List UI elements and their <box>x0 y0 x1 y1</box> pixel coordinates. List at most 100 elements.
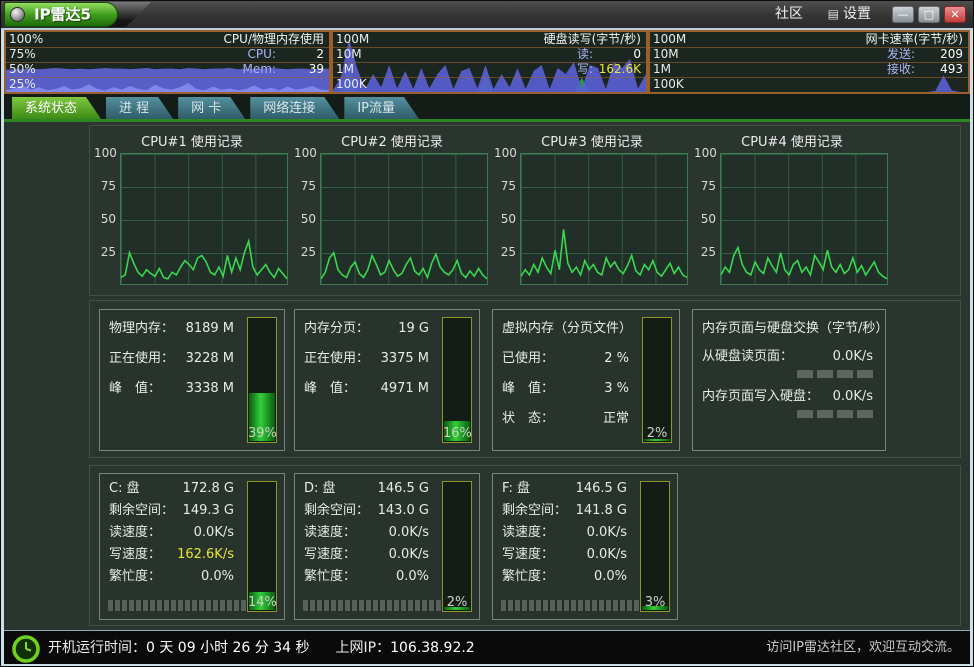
y-axis-label: 25% <box>9 77 36 92</box>
tab-underline <box>4 119 970 122</box>
app-logo: IP雷达5 <box>4 2 118 27</box>
physical-memory-panel: 物理内存：8189 M 正在使用：3228 M 峰 值：3338 M 39% <box>99 309 285 451</box>
cpu3-history-chart: CPU#3 使用记录 100 75 50 25 <box>494 134 690 287</box>
stat-label: 发送: <box>887 47 915 62</box>
field-label: D: 盘 <box>304 478 336 500</box>
stat-label: Mem: <box>243 62 276 77</box>
community-hint[interactable]: 访问IP雷达社区，欢迎互动交流。 <box>766 631 960 665</box>
field-value: 0.0% <box>201 566 234 588</box>
y-axis-tick: 25 <box>94 245 116 259</box>
field-label: 峰 值： <box>304 374 356 404</box>
ip-value: 106.38.92.2 <box>390 640 475 656</box>
field-label: 读速度： <box>502 522 554 544</box>
gauge-percent: 3% <box>641 595 669 610</box>
field-value: 0.0K/s <box>833 344 873 370</box>
memory-group: 物理内存：8189 M 正在使用：3228 M 峰 值：3338 M 39% 内… <box>89 300 961 458</box>
y-axis-tick: 50 <box>294 212 316 226</box>
maximize-button[interactable]: □ <box>918 6 940 23</box>
field-label: 峰 值： <box>109 374 161 404</box>
field-label: 正在使用： <box>109 344 174 374</box>
cpu-memory-chart-panel: 100%CPU/物理内存使用 75%CPU:2 50%Mem:39 25% <box>4 30 331 94</box>
stat-value: 209 <box>915 47 963 62</box>
disk-busy-meter <box>303 600 455 611</box>
y-axis-tick: 100 <box>294 146 316 160</box>
plot-area <box>320 153 488 285</box>
stat-value: 493 <box>915 62 963 77</box>
disk-usage-gauge: 2% <box>442 481 472 612</box>
field-label: 内存页面写入硬盘： <box>702 384 819 410</box>
field-label: 状 态： <box>502 404 554 434</box>
field-value: 2 % <box>604 344 629 374</box>
cpu-usage-line <box>721 248 887 279</box>
field-value: 正常 <box>603 404 629 434</box>
read-pages-meter <box>797 370 873 378</box>
y-axis-label: 50% <box>9 62 36 77</box>
field-label: 繁忙度： <box>109 566 161 588</box>
field-label: 读速度： <box>304 522 356 544</box>
y-axis-label: 100K <box>336 77 367 92</box>
field-value: 0.0K/s <box>833 384 873 410</box>
field-label: 繁忙度： <box>304 566 356 588</box>
field-value: 3375 M <box>381 344 429 374</box>
y-axis-tick: 100 <box>494 146 516 160</box>
field-value: 172.8 G <box>183 478 234 500</box>
field-value: 146.5 G <box>576 478 627 500</box>
field-label: 从硬盘读页面： <box>702 344 793 370</box>
field-label: 繁忙度： <box>502 566 554 588</box>
field-label: 剩余空间： <box>304 500 369 522</box>
y-axis-tick: 25 <box>294 245 316 259</box>
ip-label: 上网IP： <box>336 640 391 656</box>
chart-title: CPU#2 使用记录 <box>294 134 490 152</box>
disk-io-chart-panel: 100M硬盘读写(字节/秒) 10M读:0 1M写:162.6K 100K <box>331 30 648 94</box>
field-label: 峰 值： <box>502 374 554 404</box>
clock-icon <box>12 635 40 663</box>
cpu-history-group: CPU#1 使用记录 100 75 50 25 CPU#2 使用记录 100 7… <box>89 125 961 296</box>
menu-community[interactable]: 社区 <box>775 1 803 28</box>
y-axis-tick: 25 <box>494 245 516 259</box>
y-axis-label: 100M <box>653 32 686 47</box>
title-bar[interactable]: IP雷达5 社区 ▤设置 — □ ✕ <box>1 1 973 28</box>
app-window: IP雷达5 社区 ▤设置 — □ ✕ 100%CPU/物理内存使用 75%CPU… <box>0 0 974 667</box>
field-value: 8189 M <box>186 314 234 344</box>
plot-area <box>120 153 288 285</box>
field-label: 剩余空间： <box>109 500 174 522</box>
cpu-usage-line <box>321 253 487 279</box>
field-value: 4971 M <box>381 374 429 404</box>
field-value: 162.6K/s <box>177 544 234 566</box>
disk-c-panel: C: 盘172.8 G 剩余空间：149.3 G 读速度：0.0K/s 写速度：… <box>99 473 285 620</box>
y-axis-tick: 100 <box>94 146 116 160</box>
field-label: F: 盘 <box>502 478 530 500</box>
field-label: 写速度： <box>304 544 356 566</box>
disk-usage-gauge: 3% <box>640 481 670 612</box>
disk-d-panel: D: 盘 146.5 G 剩余空间： 143.0 G 读速度： 0.0K/s 写速度：… <box>294 473 480 620</box>
close-button[interactable]: ✕ <box>944 6 966 23</box>
y-axis-tick: 100 <box>694 146 716 160</box>
y-axis-label: 100M <box>336 32 369 47</box>
disk-busy-meter <box>501 600 653 611</box>
network-chart-panel: 100M网卡速率(字节/秒) 10M发送:209 1M接收:493 100K <box>648 30 970 94</box>
memory-usage-gauge: 39% <box>247 317 277 443</box>
stat-label: 接收: <box>887 62 915 77</box>
virtual-memory-gauge: 2% <box>642 317 672 443</box>
menu-settings[interactable]: ▤设置 <box>828 1 871 28</box>
y-axis-label: 100K <box>653 77 684 92</box>
minimize-button[interactable]: — <box>892 6 914 23</box>
cpu2-history-chart: CPU#2 使用记录 100 75 50 25 <box>294 134 490 287</box>
field-value: 0.0K/s <box>389 522 429 544</box>
chart-title: CPU#1 使用记录 <box>94 134 290 152</box>
y-axis-tick: 25 <box>694 245 716 259</box>
field-value: 143.0 G <box>378 500 429 522</box>
status-text: 开机运行时间：0 天 09 小时 26 分 34 秒上网IP：106.38.92… <box>48 631 501 665</box>
field-value: 0.0K/s <box>389 544 429 566</box>
field-value: 146.5 G <box>378 478 429 500</box>
field-label: 写速度： <box>502 544 554 566</box>
write-pages-meter <box>797 410 873 418</box>
settings-icon: ▤ <box>828 7 839 21</box>
field-label: 读速度： <box>109 522 161 544</box>
uptime-label: 开机运行时间： <box>48 640 146 656</box>
field-label: 内存分页： <box>304 314 369 344</box>
page-swap-panel: 内存页面与硬盘交换（字节/秒） 从硬盘读页面：0.0K/s 内存页面写入硬盘：0… <box>692 309 886 451</box>
stat-value: 0 <box>593 47 641 62</box>
field-value: 3338 M <box>186 374 234 404</box>
gauge-percent: 16% <box>443 426 471 441</box>
